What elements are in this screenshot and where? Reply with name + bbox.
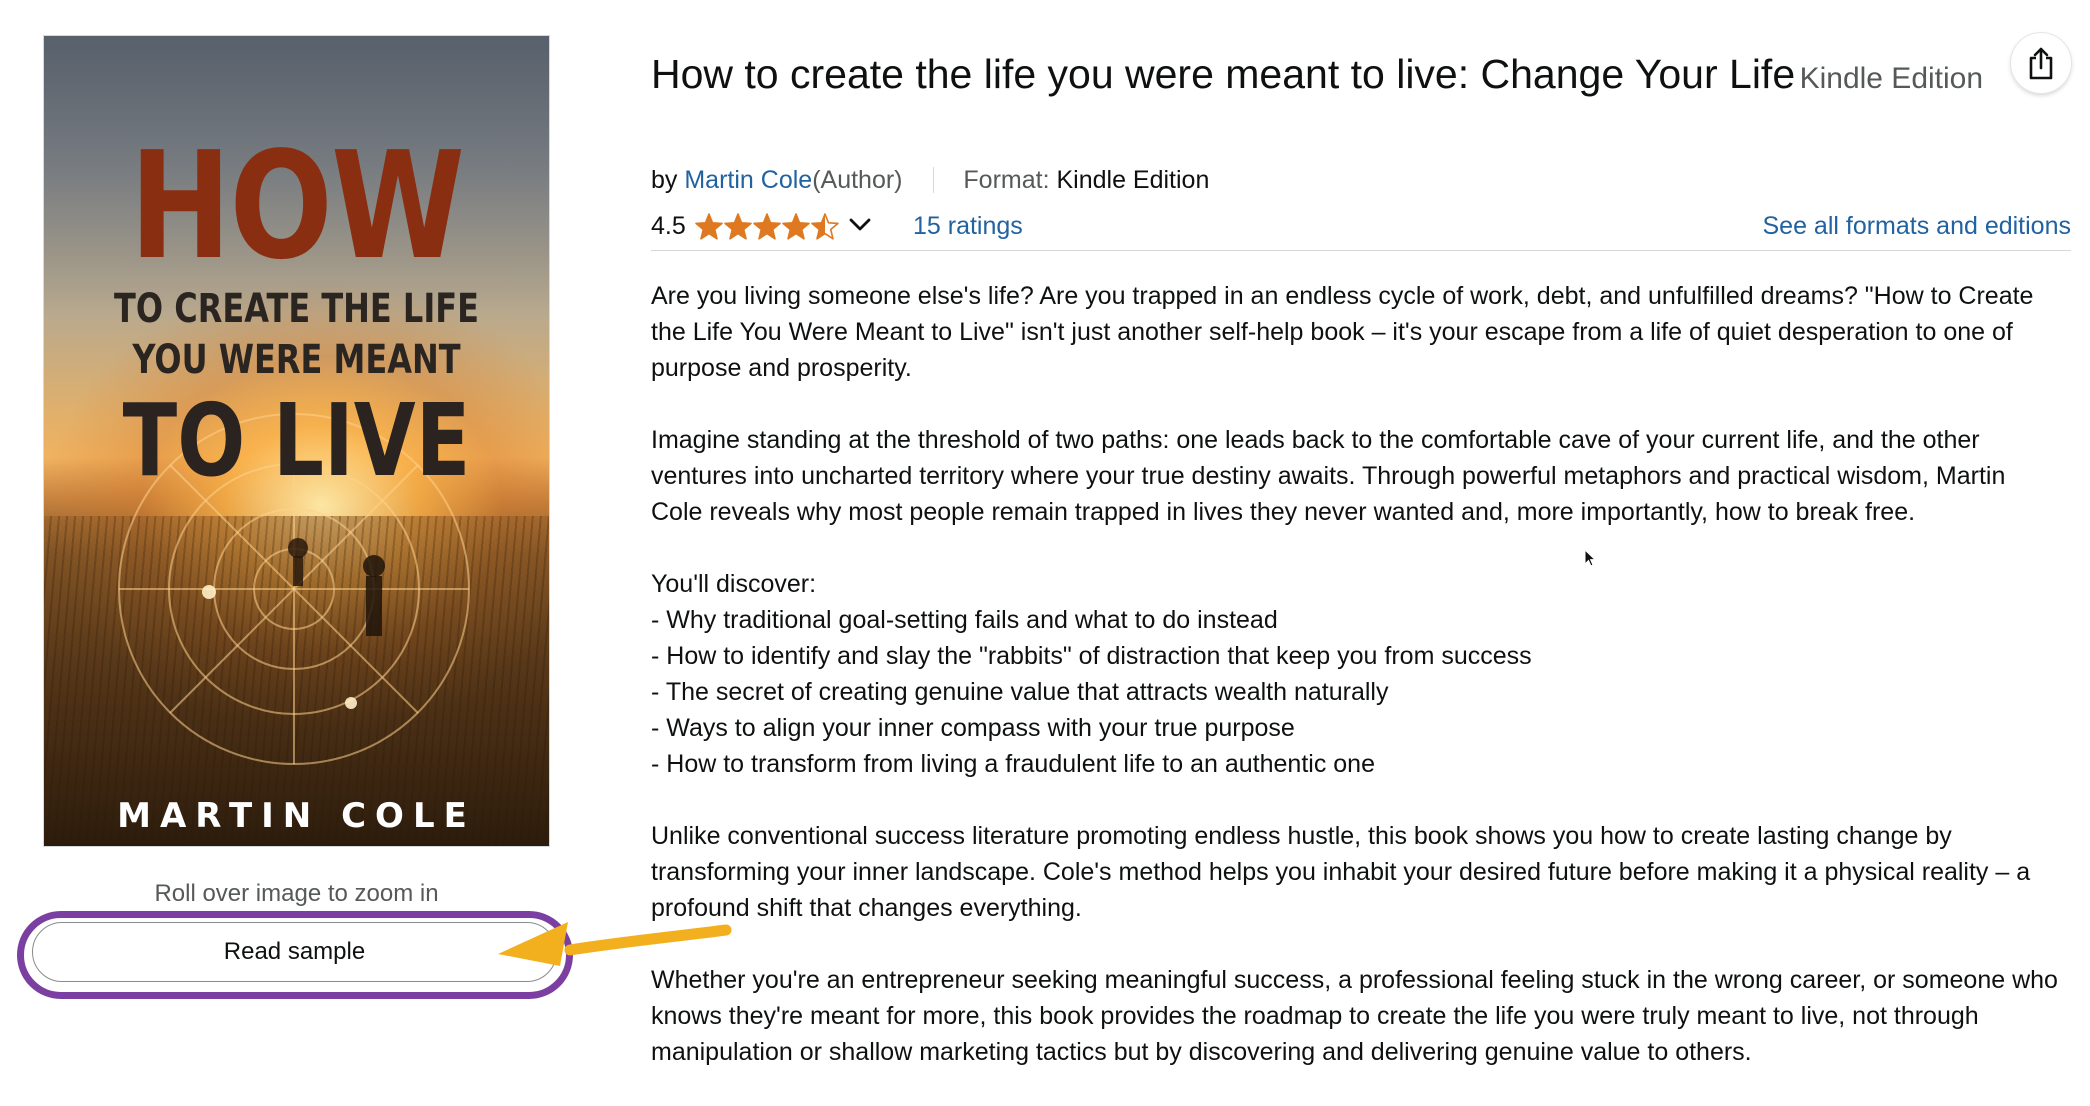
list-item: - Ways to align your inner compass with … — [651, 714, 1295, 742]
cover-subtitle-line1: TO CREATE THE LIFE — [114, 286, 479, 332]
description-paragraph-4: Whether you're an entrepreneur seeking m… — [651, 966, 2058, 1066]
section-divider — [651, 250, 2071, 251]
format-value: Kindle Edition — [1056, 166, 1210, 194]
product-format-label: Kindle Edition — [1799, 62, 1984, 95]
list-intro: You'll discover: — [651, 570, 817, 598]
byline: by Martin Cole(Author) Format: Kindle Ed… — [651, 166, 1209, 195]
see-all-formats-link[interactable]: See all formats and editions — [1762, 212, 2071, 241]
cover-subtitle-line3: TO LIVE — [122, 382, 471, 499]
book-cover-image[interactable]: HOW TO CREATE THE LIFE YOU WERE MEANT TO… — [43, 35, 550, 847]
description-paragraph-2: Imagine standing at the threshold of two… — [651, 426, 2006, 526]
byline-prefix: by — [651, 166, 678, 194]
list-item: - How to transform from living a fraudul… — [651, 750, 1375, 778]
share-button[interactable] — [2011, 33, 2071, 93]
share-icon — [2029, 47, 2053, 80]
mouse-cursor-icon — [1584, 549, 1597, 567]
cover-title-how: HOW — [129, 120, 465, 292]
rating-row: 4.5 15 ratings See all formats and editi… — [651, 208, 2071, 244]
cover-subtitle-line2: YOU WERE MEANT — [132, 337, 461, 383]
description-paragraph-1: Are you living someone else's life? Are … — [651, 282, 2034, 382]
list-item: - How to identify and slay the "rabbits"… — [651, 642, 1532, 670]
rating-value: 4.5 — [651, 212, 686, 240]
ratings-count-link[interactable]: 15 ratings — [913, 212, 1023, 241]
description-paragraph-3: Unlike conventional success literature p… — [651, 822, 2031, 922]
description-list: You'll discover: - Why traditional goal-… — [651, 566, 2061, 782]
zoom-hint: Roll over image to zoom in — [154, 880, 439, 907]
byline-divider — [933, 167, 935, 193]
list-item: - Why traditional goal-setting fails and… — [651, 606, 1278, 634]
product-title: How to create the life you were meant to… — [651, 40, 1991, 118]
author-role: (Author) — [812, 166, 903, 194]
star-rating-icon[interactable] — [695, 210, 841, 242]
product-title-text: How to create the life you were meant to… — [651, 51, 1796, 97]
author-link[interactable]: Martin Cole — [684, 166, 812, 194]
cover-author: MARTIN COLE — [117, 796, 476, 836]
chevron-down-icon[interactable] — [847, 214, 873, 234]
list-item: - The secret of creating genuine value t… — [651, 678, 1389, 706]
book-description: Are you living someone else's life? Are … — [651, 278, 2061, 1106]
format-prefix: Format: — [963, 166, 1050, 194]
read-sample-button[interactable]: Read sample — [32, 922, 557, 982]
